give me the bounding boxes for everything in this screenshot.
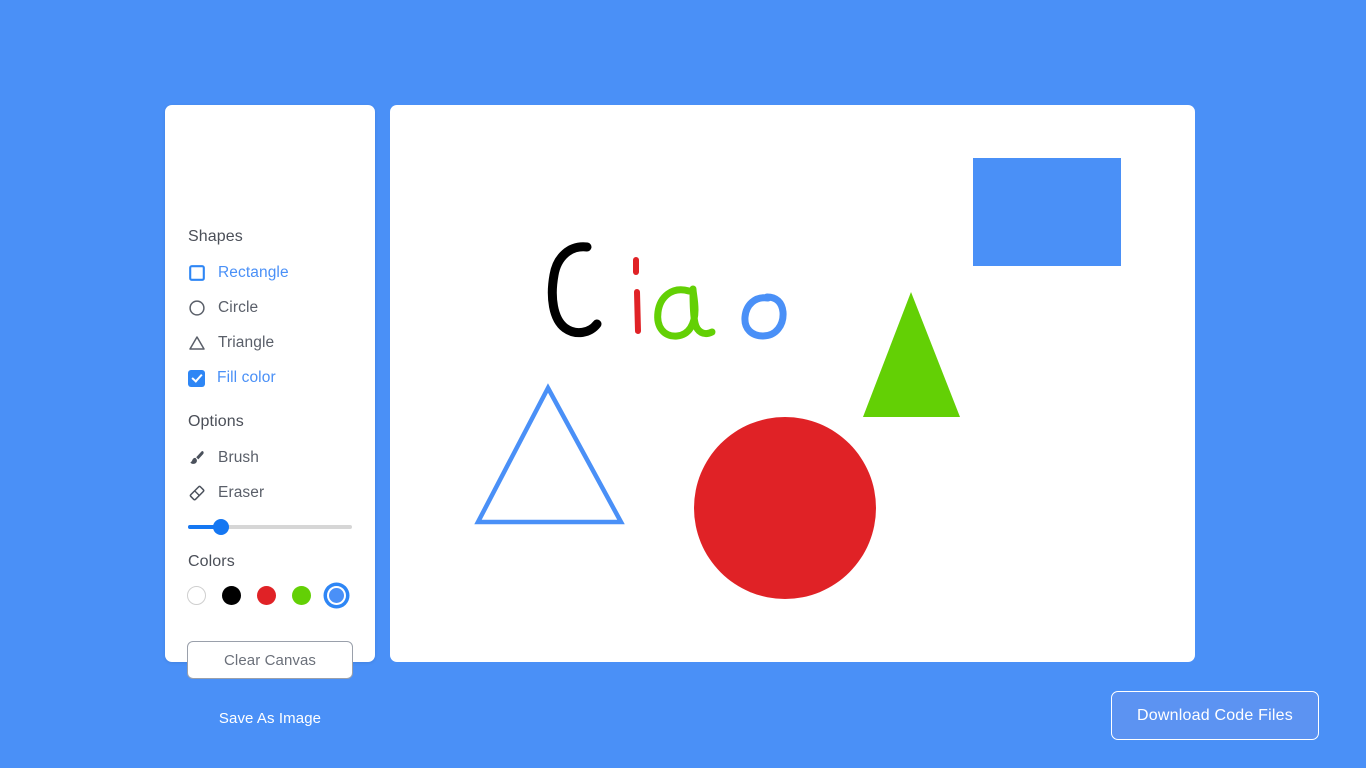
handwriting-ciao [547,242,787,340]
color-swatch-black[interactable] [222,586,241,605]
handwriting-letter-c [547,242,602,338]
drawn-rectangle [973,158,1121,266]
clear-canvas-button[interactable]: Clear Canvas [187,641,353,679]
eraser-icon [188,484,206,502]
tool-eraser[interactable]: Eraser [188,482,264,504]
slider-thumb[interactable] [213,519,229,535]
tool-triangle[interactable]: Triangle [188,332,274,354]
tool-fill-color[interactable]: Fill color [188,367,276,389]
tool-circle-label: Circle [218,299,259,317]
download-code-files-button[interactable]: Download Code Files [1111,691,1319,740]
brush-icon [188,449,206,467]
handwriting-letter-o [741,293,787,340]
drawing-canvas[interactable] [390,105,1195,662]
handwriting-letter-a [654,285,716,340]
tool-brush[interactable]: Brush [188,447,259,469]
drawn-triangle-outline [474,383,625,525]
tool-fill-color-label: Fill color [217,369,276,387]
save-as-image-button[interactable]: Save As Image [187,699,353,737]
handwriting-letter-i-stem [634,289,641,334]
color-swatch-row [187,586,346,605]
tool-circle[interactable]: Circle [188,297,258,319]
brush-size-slider[interactable] [188,519,352,535]
circle-icon [188,299,206,317]
drawn-triangle-green [863,292,960,417]
color-swatch-red[interactable] [257,586,276,605]
tool-eraser-label: Eraser [218,484,265,502]
shapes-section-title: Shapes [188,228,243,245]
checkbox-checked-icon[interactable] [188,369,205,387]
colors-section-title: Colors [188,553,235,570]
tools-panel: Shapes Rectangle Circle Triangle Fill co… [165,105,375,737]
tool-triangle-label: Triangle [218,334,275,352]
tool-rectangle[interactable]: Rectangle [188,262,289,284]
color-swatch-blue[interactable] [327,586,346,605]
canvas-artwork [474,158,1121,599]
color-swatch-white[interactable] [187,586,206,605]
tool-brush-label: Brush [218,449,259,467]
square-icon [188,264,206,282]
tool-rectangle-label: Rectangle [218,264,289,282]
triangle-icon [188,334,206,352]
options-section-title: Options [188,413,244,430]
color-swatch-green[interactable] [292,586,311,605]
drawn-circle-red [694,417,876,599]
